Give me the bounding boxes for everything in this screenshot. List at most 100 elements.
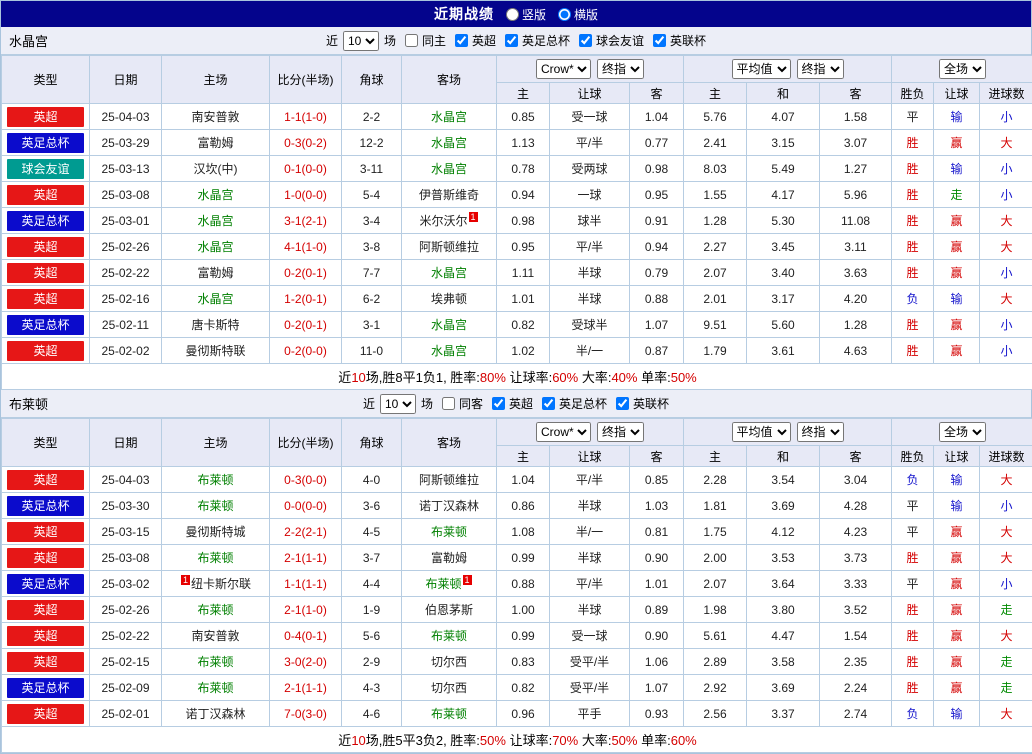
score-cell[interactable]: 0-0(0-0) (270, 493, 342, 519)
layout-option-horizontal[interactable]: 横版 (558, 6, 598, 23)
team-link[interactable]: 阿斯顿维拉 (419, 473, 479, 487)
odds-source-select[interactable]: Crow* (536, 422, 591, 442)
team-link[interactable]: 布莱顿 (425, 577, 461, 591)
team-link[interactable]: 南安普敦 (191, 629, 239, 643)
team-link[interactable]: 布莱顿 (431, 525, 467, 539)
score-cell[interactable]: 0-4(0-1) (270, 623, 342, 649)
score-cell[interactable]: 1-0(0-0) (270, 182, 342, 208)
match-count-select[interactable]: 10 (343, 31, 379, 51)
league-filter-checkbox[interactable] (505, 34, 518, 47)
score-cell[interactable]: 2-1(1-1) (270, 675, 342, 701)
team-link[interactable]: 水晶宫 (197, 240, 233, 254)
odds-source-select[interactable]: 平均值 (732, 59, 791, 79)
odds-source-select[interactable]: 全场 (939, 422, 986, 442)
sub-column-header: 和 (747, 446, 820, 467)
sub-column-header: 进球数 (980, 83, 1032, 104)
league-filter-checkbox[interactable] (653, 34, 666, 47)
odds-source-select[interactable]: Crow* (536, 59, 591, 79)
team-link[interactable]: 埃弗顿 (431, 292, 467, 306)
odds-cell: 4.12 (747, 519, 820, 545)
summary-text: 近 (338, 370, 351, 385)
horizontal-layout-radio[interactable] (558, 8, 571, 21)
summary-value: 80% (480, 370, 506, 385)
team-link[interactable]: 富勒姆 (431, 551, 467, 565)
odds-source-select[interactable]: 终指 (797, 422, 844, 442)
team-link[interactable]: 布莱顿 (431, 707, 467, 721)
team-link[interactable]: 切尔西 (431, 655, 467, 669)
score-cell[interactable]: 3-0(2-0) (270, 649, 342, 675)
vertical-layout-radio[interactable] (506, 8, 519, 21)
score-cell[interactable]: 2-1(1-1) (270, 545, 342, 571)
team-link[interactable]: 伯恩茅斯 (425, 603, 473, 617)
score-cell[interactable]: 0-1(0-0) (270, 156, 342, 182)
home-team-cell: 富勒姆 (162, 260, 270, 286)
team-link[interactable]: 水晶宫 (431, 136, 467, 150)
team-link[interactable]: 布莱顿 (197, 603, 233, 617)
team-link[interactable]: 曼彻斯特城 (185, 525, 245, 539)
league-filter-checkbox[interactable] (579, 34, 592, 47)
score-cell[interactable]: 0-2(0-0) (270, 338, 342, 364)
red-card-marker: 1 (181, 575, 190, 585)
team-link[interactable]: 切尔西 (431, 681, 467, 695)
team-link[interactable]: 阿斯顿维拉 (419, 240, 479, 254)
score-cell[interactable]: 0-2(0-1) (270, 260, 342, 286)
odds-cell: 1.28 (684, 208, 747, 234)
team-link[interactable]: 米尔沃尔 (419, 214, 467, 228)
team-link[interactable]: 水晶宫 (431, 110, 467, 124)
score-cell[interactable]: 0-3(0-0) (270, 467, 342, 493)
odds-cell: 1.01 (497, 286, 550, 312)
sub-column-header: 主 (684, 83, 747, 104)
score-cell[interactable]: 2-1(1-0) (270, 597, 342, 623)
odds-cell: 3.64 (747, 571, 820, 597)
league-filter-checkbox[interactable] (492, 397, 505, 410)
score-cell[interactable]: 3-1(2-1) (270, 208, 342, 234)
team-link[interactable]: 水晶宫 (431, 344, 467, 358)
odds-source-select[interactable]: 终指 (597, 59, 644, 79)
score-cell[interactable]: 2-2(2-1) (270, 519, 342, 545)
team-link[interactable]: 水晶宫 (197, 188, 233, 202)
team-link[interactable]: 布莱顿 (197, 681, 233, 695)
score-cell[interactable]: 1-2(0-1) (270, 286, 342, 312)
team-link[interactable]: 曼彻斯特联 (185, 344, 245, 358)
team-link[interactable]: 布莱顿 (431, 629, 467, 643)
layout-option-vertical[interactable]: 竖版 (506, 6, 546, 23)
score-cell[interactable]: 1-1(1-1) (270, 571, 342, 597)
team-link[interactable]: 布莱顿 (197, 473, 233, 487)
team-link[interactable]: 富勒姆 (197, 136, 233, 150)
league-badge: 英足总杯 (7, 678, 84, 698)
team-link[interactable]: 水晶宫 (431, 318, 467, 332)
score-cell[interactable]: 0-2(0-1) (270, 312, 342, 338)
odds-source-select[interactable]: 全场 (939, 59, 986, 79)
team-link[interactable]: 汉坎(中) (194, 162, 238, 176)
team-link[interactable]: 布莱顿 (197, 551, 233, 565)
team-link[interactable]: 南安普敦 (191, 110, 239, 124)
league-filter-checkbox[interactable] (455, 34, 468, 47)
away-team-cell: 米尔沃尔1 (402, 208, 497, 234)
match-count-select[interactable]: 10 (380, 394, 416, 414)
team-link[interactable]: 水晶宫 (431, 266, 467, 280)
match-row: 英足总杯25-03-01水晶宫3-1(2-1)3-4米尔沃尔10.98球半0.9… (2, 208, 1032, 234)
team-link[interactable]: 诺丁汉森林 (419, 499, 479, 513)
score-cell[interactable]: 7-0(3-0) (270, 701, 342, 727)
team-link[interactable]: 水晶宫 (431, 162, 467, 176)
odds-source-select[interactable]: 平均值 (732, 422, 791, 442)
team-link[interactable]: 伊普斯维奇 (419, 188, 479, 202)
same-venue-checkbox[interactable] (405, 34, 418, 47)
team-link[interactable]: 布莱顿 (197, 655, 233, 669)
odds-cell: 2.07 (684, 260, 747, 286)
league-filter-checkbox[interactable] (542, 397, 555, 410)
team-link[interactable]: 诺丁汉森林 (185, 707, 245, 721)
score-cell[interactable]: 4-1(1-0) (270, 234, 342, 260)
team-link[interactable]: 布莱顿 (197, 499, 233, 513)
team-link[interactable]: 水晶宫 (197, 214, 233, 228)
same-venue-checkbox[interactable] (442, 397, 455, 410)
odds-source-select[interactable]: 终指 (597, 422, 644, 442)
team-link[interactable]: 唐卡斯特 (191, 318, 239, 332)
league-filter-checkbox[interactable] (616, 397, 629, 410)
score-cell[interactable]: 0-3(0-2) (270, 130, 342, 156)
team-link[interactable]: 富勒姆 (197, 266, 233, 280)
odds-source-select[interactable]: 终指 (797, 59, 844, 79)
team-link[interactable]: 纽卡斯尔联 (191, 577, 251, 591)
team-link[interactable]: 水晶宫 (197, 292, 233, 306)
score-cell[interactable]: 1-1(1-0) (270, 104, 342, 130)
